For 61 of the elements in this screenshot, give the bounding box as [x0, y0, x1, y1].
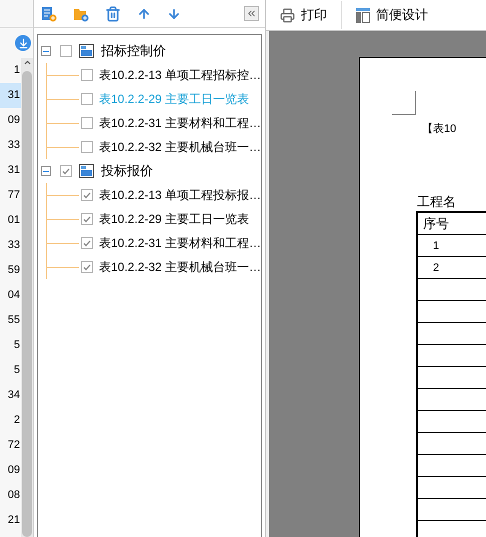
- checkbox[interactable]: [81, 261, 93, 273]
- list-row[interactable]: 59: [0, 258, 21, 283]
- folder-icon: [79, 164, 94, 178]
- tree-node-label[interactable]: 招标控制价: [101, 41, 166, 61]
- list-row[interactable]: 2: [0, 408, 21, 433]
- checkbox[interactable]: [81, 237, 93, 249]
- list-row[interactable]: 77: [0, 183, 21, 208]
- list-row[interactable]: 33: [0, 133, 21, 158]
- list-row[interactable]: 04: [0, 283, 21, 308]
- list-row[interactable]: 31: [0, 158, 21, 183]
- checkbox[interactable]: [81, 213, 93, 225]
- list-row[interactable]: 55: [0, 308, 21, 333]
- checkbox[interactable]: [81, 117, 93, 129]
- scrollbar[interactable]: [21, 58, 33, 537]
- table-header-cell-text: 序号: [422, 215, 450, 233]
- list-row[interactable]: 5: [0, 358, 21, 383]
- tree-item-label[interactable]: 表10.2.2-13 单项工程投标报…: [99, 186, 262, 204]
- tree-item-label[interactable]: 表10.2.2-13 单项工程招标控…: [99, 66, 262, 84]
- list-row[interactable]: 31: [0, 83, 21, 108]
- add-list-icon[interactable]: [41, 6, 57, 22]
- tree-item-label[interactable]: 表10.2.2-31 主要材料和工程…: [99, 234, 262, 252]
- tree-item-label[interactable]: 表10.2.2-29 主要工日一览表: [99, 210, 250, 228]
- list-row[interactable]: 5: [0, 333, 21, 358]
- double-chevron-icon: [246, 8, 258, 19]
- checkbox[interactable]: [60, 45, 72, 57]
- list-row[interactable]: 1: [0, 58, 21, 83]
- tree-node-label[interactable]: 投标报价: [101, 161, 153, 181]
- collapse-button[interactable]: [244, 6, 260, 21]
- table-cell-text: 2: [432, 261, 440, 276]
- list-row[interactable]: 09: [0, 108, 21, 133]
- scroll-up-icon: [22, 58, 32, 67]
- project-name-label: 工程名: [417, 192, 458, 210]
- toolbar-button[interactable]: 打印: [266, 0, 342, 30]
- list-row[interactable]: 34: [0, 383, 21, 408]
- toolbar-button[interactable]: 简便设计: [342, 0, 442, 30]
- checkbox[interactable]: [81, 189, 93, 201]
- list-row[interactable]: 08: [0, 483, 21, 508]
- list-row[interactable]: 09: [0, 458, 21, 483]
- document-title: 【表10: [422, 122, 458, 137]
- checkbox[interactable]: [81, 69, 93, 81]
- list-row[interactable]: 21: [0, 508, 21, 533]
- checkbox[interactable]: [60, 165, 72, 177]
- expand-toggle[interactable]: [41, 46, 51, 56]
- download-icon[interactable]: [15, 35, 31, 51]
- folder-icon: [79, 44, 94, 58]
- checkbox[interactable]: [81, 141, 93, 153]
- tree-item-label[interactable]: 表10.2.2-32 主要机械台班一…: [99, 258, 262, 276]
- table-cell-text: 1: [432, 239, 440, 254]
- tree-item-label[interactable]: 表10.2.2-32 主要机械台班一…: [99, 138, 262, 156]
- layout-icon: [356, 8, 370, 22]
- printer-icon: [280, 8, 296, 22]
- list-row[interactable]: 33: [0, 233, 21, 258]
- expand-toggle[interactable]: [41, 166, 51, 176]
- delete-icon[interactable]: [105, 6, 121, 22]
- checkbox[interactable]: [81, 93, 93, 105]
- list-row[interactable]: 72: [0, 433, 21, 458]
- move-down-icon[interactable]: [167, 6, 181, 20]
- corner-mark: [392, 91, 416, 115]
- tree-item-label[interactable]: 表10.2.2-31 主要材料和工程…: [99, 114, 262, 132]
- move-up-icon[interactable]: [137, 6, 151, 20]
- list-row[interactable]: 01: [0, 208, 21, 233]
